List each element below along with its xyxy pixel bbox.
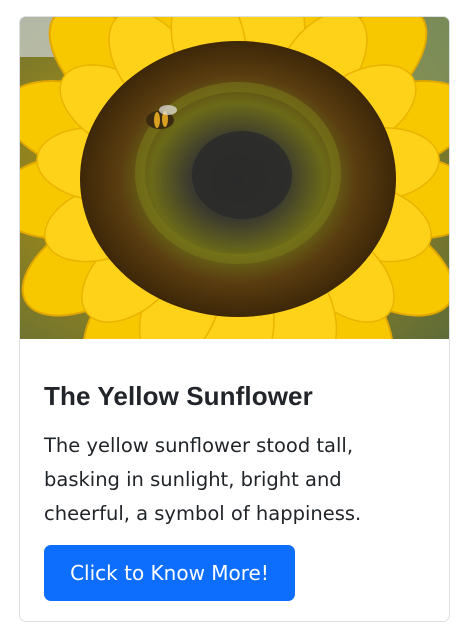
card: The Yellow Sunflower The yellow sunflowe… (19, 16, 450, 622)
card-title: The Yellow Sunflower (44, 381, 313, 411)
card-text: The yellow sunflower stood tall, basking… (44, 434, 362, 525)
sunflower-image (20, 17, 449, 339)
know-more-button[interactable]: Click to Know More! (44, 545, 295, 601)
